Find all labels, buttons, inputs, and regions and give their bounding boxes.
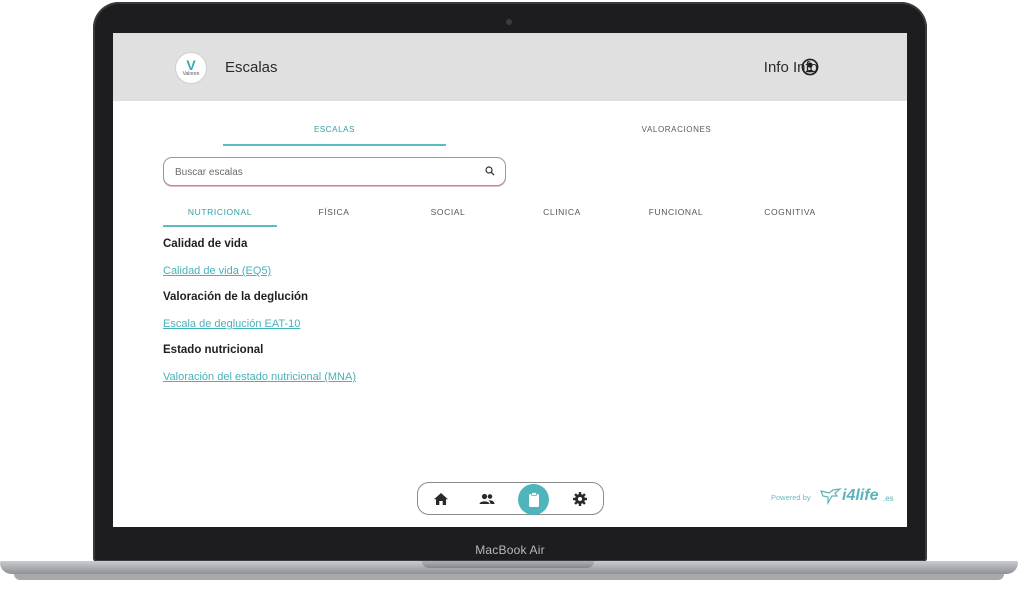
search-box: [163, 157, 506, 186]
search-input[interactable]: [173, 164, 477, 180]
device-label: MacBook Air: [475, 543, 545, 557]
brand-tld: .es: [883, 494, 894, 503]
page-title: Escalas: [225, 59, 278, 76]
tab-nutricional[interactable]: NUTRICIONAL: [163, 207, 277, 217]
scale-link-mna[interactable]: Valoración del estado nutricional (MNA): [163, 371, 356, 383]
section-title-deglucion: Valoración de la deglución: [163, 291, 309, 303]
tab-escalas-underline: [223, 144, 446, 146]
bottom-nav: [417, 482, 604, 515]
scale-link-eq5[interactable]: Calidad de vida (EQ5): [163, 265, 271, 277]
brand-logo[interactable]: i4life .es: [820, 485, 900, 509]
app-screen: V Valoreo Escalas Info Info ESCALAS VALO…: [113, 33, 907, 527]
tab-valoraciones[interactable]: VALORACIONES: [565, 125, 788, 134]
top-bar: V Valoreo Escalas Info Info: [113, 33, 907, 101]
laptop-base-shadow: [14, 574, 1004, 580]
nav-settings-button[interactable]: [568, 487, 592, 511]
nav-scales-button[interactable]: [518, 484, 549, 515]
nav-users-button[interactable]: [475, 487, 499, 511]
hummingbird-icon: [820, 488, 842, 506]
clipboard-icon: [528, 491, 539, 507]
tab-fisica[interactable]: FÍSICA: [277, 207, 391, 217]
section-title-estado-nutricional: Estado nutricional: [163, 344, 264, 356]
logo-mark-icon: V: [186, 57, 196, 73]
brand-name: i4life: [842, 487, 879, 504]
home-icon: [434, 493, 448, 505]
tab-escalas[interactable]: ESCALAS: [223, 125, 446, 134]
search-icon[interactable]: [485, 166, 495, 176]
tab-funcional[interactable]: FUNCIONAL: [619, 207, 733, 217]
powered-by-label: Powered by: [771, 493, 811, 502]
logo-text: Valoreo: [182, 71, 200, 77]
tab-nutricional-underline: [163, 225, 277, 227]
section-title-calidad-de-vida: Calidad de vida: [163, 238, 248, 250]
camera-dot: [506, 19, 512, 25]
tab-clinica[interactable]: CLINICA: [505, 207, 619, 217]
nav-home-button[interactable]: [429, 487, 453, 511]
gear-icon: [573, 492, 587, 506]
laptop-base-notch: [422, 561, 594, 568]
tab-cognitiva[interactable]: COGNITIVA: [733, 207, 847, 217]
users-icon: [479, 493, 495, 504]
app-logo[interactable]: V Valoreo: [175, 52, 207, 84]
tab-social[interactable]: SOCIAL: [391, 207, 505, 217]
user-account-icon[interactable]: [801, 58, 819, 76]
scale-link-eat10[interactable]: Escala de deglución EAT-10: [163, 318, 300, 330]
